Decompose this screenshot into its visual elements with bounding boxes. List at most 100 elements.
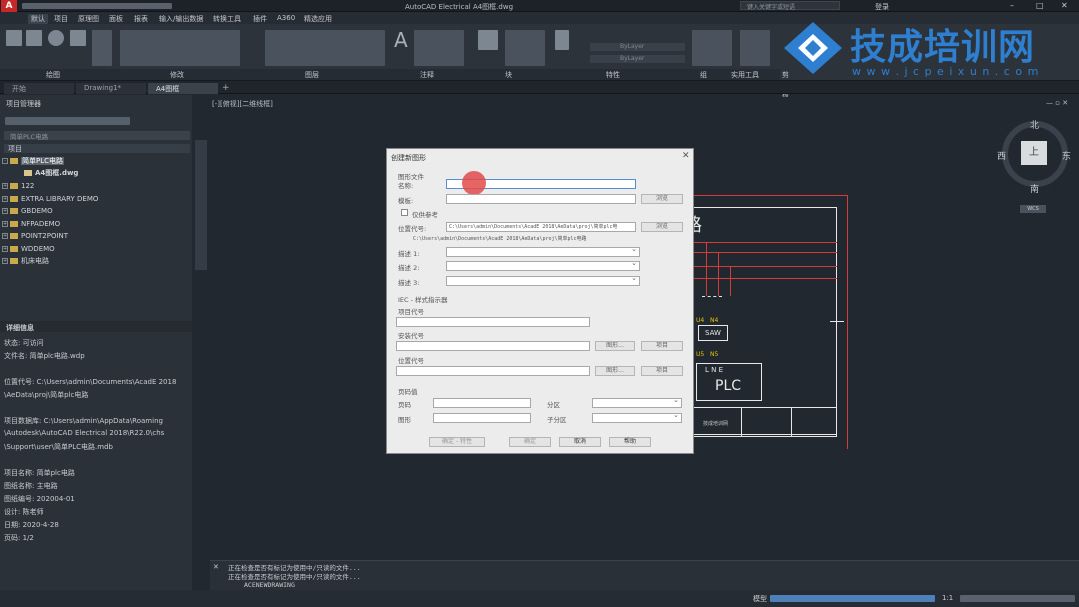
layer-tools-icon[interactable]	[265, 30, 385, 66]
tab-reports[interactable]: 报表	[134, 14, 148, 24]
location-drawing-button[interactable]: 图形...	[595, 366, 635, 376]
tree-project[interactable]: 122	[10, 181, 34, 191]
tab-panel[interactable]: 面板	[109, 14, 123, 24]
browse-location-button[interactable]: 浏览	[641, 222, 683, 232]
expand-icon[interactable]: -	[2, 158, 8, 164]
tree-project[interactable]: POINT2POINT	[10, 231, 68, 241]
tree-project[interactable]: EXTRA LIBRARY DEMO	[10, 194, 98, 204]
tab-default[interactable]: 默认	[28, 14, 48, 24]
help-button[interactable]: 帮助	[609, 437, 651, 447]
desc3-select[interactable]	[446, 274, 640, 286]
expand-icon[interactable]: +	[2, 246, 8, 252]
viewcube-top[interactable]: 上	[1021, 141, 1047, 165]
install-code-field[interactable]	[396, 341, 590, 351]
group-draw[interactable]: 绘图	[46, 70, 60, 80]
section-select[interactable]	[592, 396, 682, 408]
tab-a360[interactable]: A360	[277, 14, 295, 22]
tree-project[interactable]: 机床电路	[10, 256, 49, 266]
proj-code-field[interactable]	[396, 317, 590, 327]
draw-tools-icon[interactable]	[92, 30, 112, 66]
status-toggles[interactable]	[770, 595, 935, 602]
tab-schematic[interactable]: 原理图	[78, 14, 99, 24]
group-properties[interactable]: 特性	[606, 70, 620, 80]
expand-icon[interactable]: +	[2, 233, 8, 239]
group-annotation[interactable]: 注释	[420, 70, 434, 80]
command-input[interactable]: ACENEWDRAWING	[228, 581, 828, 589]
match-properties-icon[interactable]	[555, 30, 569, 50]
location-field[interactable]: C:\Users\admin\Documents\AcadE 2018\AeDa…	[446, 222, 636, 232]
tab-plugins[interactable]: 插件	[253, 14, 267, 24]
template-field[interactable]	[446, 194, 636, 204]
expand-icon[interactable]: +	[2, 258, 8, 264]
palette-side-strip[interactable]	[195, 140, 207, 270]
compass-east[interactable]: 东	[1062, 149, 1071, 162]
page-field[interactable]	[433, 398, 531, 408]
install-drawing-button[interactable]: 图形...	[595, 341, 635, 351]
ok-button[interactable]: 确定	[509, 437, 551, 447]
compass-north[interactable]: 北	[1030, 118, 1039, 131]
line-tool-icon[interactable]	[6, 30, 22, 46]
tree-project[interactable]: NFPADEMO	[10, 219, 60, 229]
expand-icon[interactable]: +	[2, 196, 8, 202]
viewport-label[interactable]: [-][俯视][二维线框]	[212, 99, 273, 109]
tab-drawing1[interactable]: Drawing1*	[76, 83, 146, 94]
wcs-button[interactable]: WCS	[1020, 205, 1046, 213]
saw-box[interactable]: SAW	[698, 325, 728, 341]
polyline-tool-icon[interactable]	[26, 30, 42, 46]
project-toolbar[interactable]	[5, 117, 130, 125]
drawing-field[interactable]	[433, 413, 531, 423]
group-group[interactable]: 组	[700, 70, 707, 80]
annotation-tools-icon[interactable]	[414, 30, 464, 66]
modify-tools-icon[interactable]	[120, 30, 240, 66]
group-modify[interactable]: 修改	[170, 70, 184, 80]
group-block[interactable]: 块	[505, 70, 512, 80]
browse-template-button[interactable]: 浏览	[641, 194, 683, 204]
utilities-icon[interactable]	[740, 30, 770, 66]
project-dropdown[interactable]: 简单PLC电路	[4, 131, 190, 141]
maximize-icon[interactable]: □	[1036, 1, 1044, 10]
plc-box[interactable]: L N E PLC	[696, 363, 762, 401]
ok-properties-button[interactable]: 确定 - 特性	[429, 437, 485, 447]
close-icon[interactable]: ✕	[682, 151, 690, 161]
viewport-controls[interactable]: — ▫ ✕	[1046, 99, 1068, 107]
new-tab-button[interactable]: +	[222, 83, 230, 93]
location-project-button[interactable]: 项目	[641, 366, 683, 376]
compass-west[interactable]: 西	[997, 149, 1006, 162]
group-layer[interactable]: 图层	[305, 70, 319, 80]
search-input[interactable]: 键入关键字或短语	[740, 1, 840, 11]
quick-access-toolbar[interactable]	[22, 3, 172, 9]
tab-import-export[interactable]: 输入/输出数据	[159, 14, 203, 24]
minimize-icon[interactable]: –	[1010, 1, 1014, 10]
subsection-select[interactable]	[592, 411, 682, 423]
tab-featured[interactable]: 精选应用	[304, 14, 332, 24]
tab-project[interactable]: 项目	[54, 14, 68, 24]
close-command-icon[interactable]: ✕	[213, 563, 219, 571]
group-tools-icon[interactable]	[692, 30, 732, 66]
tree-project[interactable]: WDDEMO	[10, 244, 55, 254]
close-icon[interactable]: ✕	[1061, 1, 1068, 10]
desc1-select[interactable]	[446, 245, 640, 257]
bylayer-dropdown-2[interactable]: ByLayer	[590, 55, 685, 63]
block-tools-icon[interactable]	[505, 30, 545, 66]
bylayer-dropdown-1[interactable]: ByLayer	[590, 43, 685, 51]
login-button[interactable]: 登录	[875, 2, 889, 12]
expand-icon[interactable]: +	[2, 208, 8, 214]
arc-tool-icon[interactable]	[70, 30, 86, 46]
install-project-button[interactable]: 项目	[641, 341, 683, 351]
cancel-button[interactable]: 取消	[559, 437, 601, 447]
model-tab[interactable]: 模型	[753, 594, 767, 604]
group-utilities[interactable]: 实用工具	[731, 70, 759, 80]
compass-south[interactable]: 南	[1030, 182, 1039, 195]
annotation-scale[interactable]: 1:1	[942, 594, 953, 602]
text-tool-icon[interactable]: A	[394, 28, 408, 52]
tab-start[interactable]: 开始	[4, 83, 74, 94]
tab-conversion[interactable]: 转换工具	[213, 14, 241, 24]
tree-active-drawing[interactable]: A4图框.dwg	[24, 168, 78, 178]
app-logo[interactable]: A	[1, 0, 17, 12]
expand-icon[interactable]: +	[2, 183, 8, 189]
location-code-field[interactable]	[396, 366, 590, 376]
status-tools[interactable]	[960, 595, 1075, 602]
tree-project[interactable]: GBDEMO	[10, 206, 53, 216]
tab-a4-frame[interactable]: A4图框	[148, 83, 218, 94]
insert-block-icon[interactable]	[478, 30, 498, 50]
